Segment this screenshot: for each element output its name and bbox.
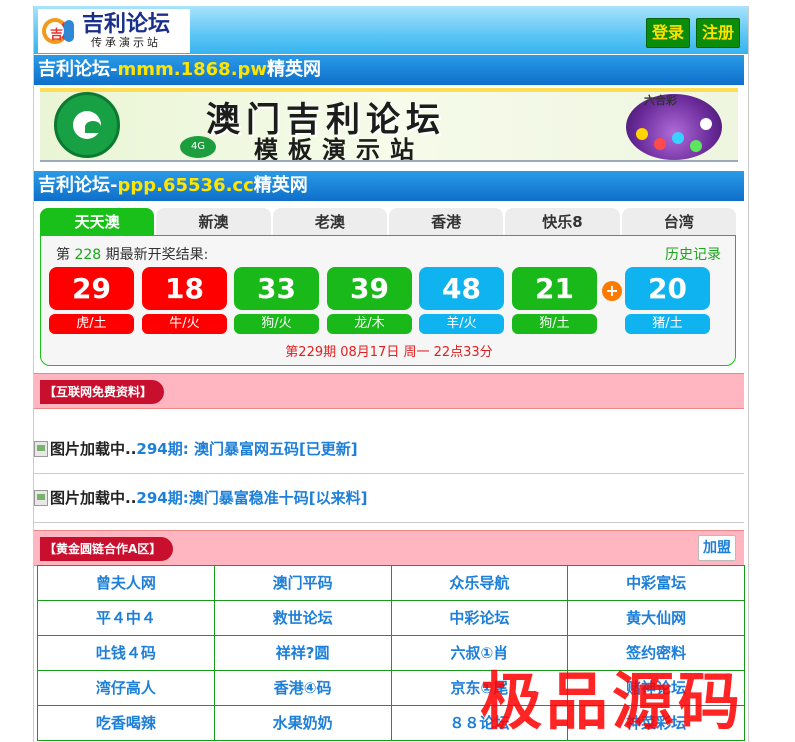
broken-image-icon: 图片加载中.. — [34, 487, 136, 508]
partner-link[interactable]: 众乐导航 — [391, 566, 569, 601]
tab-taiwan[interactable]: 台湾 — [621, 208, 736, 236]
partner-link[interactable]: 吐钱４码 — [38, 636, 215, 671]
tab-hongkong[interactable]: 香港 — [388, 208, 504, 236]
partner-link[interactable]: 黄大仙网 — [568, 601, 745, 636]
lottery-label: 六合彩 — [644, 94, 677, 107]
list-item[interactable]: 图片加载中.. 294期:澳门暴富稳准十码[以来料] — [34, 473, 744, 523]
section-free-info-header: 【互联网免费资料】 — [34, 373, 744, 409]
result-ball: 29 — [49, 267, 134, 310]
result-zodiac: 虎/土 — [49, 314, 134, 334]
tab-xinao[interactable]: 新澳 — [156, 208, 271, 236]
site-logo[interactable]: 吉 吉利论坛 传承演示站 — [38, 9, 190, 53]
result-ball: 33 — [234, 267, 319, 310]
result-zodiac: 狗/火 — [234, 314, 319, 334]
tab-laoao[interactable]: 老澳 — [272, 208, 387, 236]
special-ball: 20 — [625, 267, 710, 310]
partner-link[interactable]: 湾仔高人 — [38, 671, 215, 706]
tab-tiantianao[interactable]: 天天澳 — [40, 208, 155, 236]
partner-link[interactable]: 水果奶奶 — [214, 706, 392, 741]
result-zodiac: 羊/火 — [419, 314, 504, 334]
section-title: 【黄金圆链合作A区】 — [40, 537, 174, 561]
partner-link[interactable]: 祥祥?圆 — [214, 636, 392, 671]
login-button[interactable]: 登录 — [646, 18, 691, 48]
result-zodiac: 牛/火 — [142, 314, 227, 334]
partner-link[interactable]: 平４中４ — [38, 601, 215, 636]
join-button[interactable]: 加盟 — [698, 535, 736, 561]
grid-row: 平４中４ 救世论坛 中彩论坛 黄大仙网 — [38, 601, 745, 636]
partner-link[interactable]: 中彩论坛 — [391, 601, 569, 636]
site-bar-1[interactable]: 吉利论坛-mmm.1868.pw精英网 — [34, 55, 744, 85]
logo-subtitle: 传承演示站 — [91, 36, 161, 49]
partner-link[interactable]: 中彩富坛 — [568, 566, 745, 601]
banner-subtitle: 模板演示站 — [254, 135, 424, 162]
partner-link[interactable]: 救世论坛 — [214, 601, 392, 636]
result-ball: 21 — [512, 267, 597, 310]
partner-link[interactable]: 曾夫人网 — [38, 566, 215, 601]
result-ball: 39 — [327, 267, 412, 310]
site-bar-prefix: 吉利论坛- — [38, 59, 118, 80]
result-zodiac: 狗/土 — [512, 314, 597, 334]
site-bar-domain: ppp.65536.cc — [117, 175, 254, 196]
tab-kuaile8[interactable]: 快乐8 — [505, 208, 620, 236]
result-zodiac: 龙/木 — [327, 314, 412, 334]
period-number: 228 — [74, 247, 102, 263]
draw-result-panel: 第 228 期最新开奖结果: 历史记录 29 虎/土 18 牛/火 33 狗/火… — [40, 235, 736, 366]
watermark-text: 极品源码 — [480, 665, 745, 738]
history-link[interactable]: 历史记录 — [665, 244, 721, 264]
logo-title: 吉利论坛 — [82, 11, 171, 37]
grid-row: 曾夫人网 澳门平码 众乐导航 中彩富坛 — [38, 566, 745, 601]
page: 吉 吉利论坛 传承演示站 登录 注册 吉利论坛-mmm.1868.pw精英网 4… — [33, 6, 749, 742]
site-bar-suffix: 精英网 — [253, 175, 308, 196]
plus-icon: + — [602, 281, 622, 301]
site-bar-suffix: 精英网 — [267, 59, 322, 80]
banner-image[interactable]: 4G 澳门吉利论坛 模板演示站 六合彩 — [40, 88, 738, 162]
period-text: 第 228 期最新开奖结果: — [56, 247, 209, 263]
partner-link[interactable]: 澳门平码 — [214, 566, 392, 601]
partner-link[interactable]: 香港④码 — [214, 671, 392, 706]
section-partner-links-header: 【黄金圆链合作A区】 加盟 — [34, 530, 744, 566]
result-ball: 48 — [419, 267, 504, 310]
logo-mark-icon: 吉 — [42, 14, 76, 48]
site-bar-2[interactable]: 吉利论坛-ppp.65536.cc精英网 — [34, 171, 744, 201]
post-link[interactable]: 294期: 澳门暴富网五码[已更新] — [136, 438, 357, 459]
section-title: 【互联网免费资料】 — [40, 380, 165, 404]
special-zodiac: 猪/土 — [625, 314, 710, 334]
list-item[interactable]: 图片加载中.. 294期: 澳门暴富网五码[已更新] — [34, 424, 744, 474]
post-link[interactable]: 294期:澳门暴富稳准十码[以来料] — [136, 487, 367, 508]
register-button[interactable]: 注册 — [696, 18, 741, 48]
next-draw-time: 第229期 08月17日 周一 22点33分 — [285, 345, 493, 360]
lottery-tabs: 天天澳 新澳 老澳 香港 快乐8 台湾 — [40, 208, 736, 236]
macau-emblem-icon — [54, 92, 120, 158]
partner-link[interactable]: 吃香喝辣 — [38, 706, 215, 741]
header: 吉 吉利论坛 传承演示站 登录 注册 — [34, 6, 748, 54]
site-bar-prefix: 吉利论坛- — [38, 175, 118, 196]
site-bar-domain: mmm.1868.pw — [117, 59, 268, 80]
broken-image-icon: 图片加载中.. — [34, 438, 136, 459]
result-ball: 18 — [142, 267, 227, 310]
